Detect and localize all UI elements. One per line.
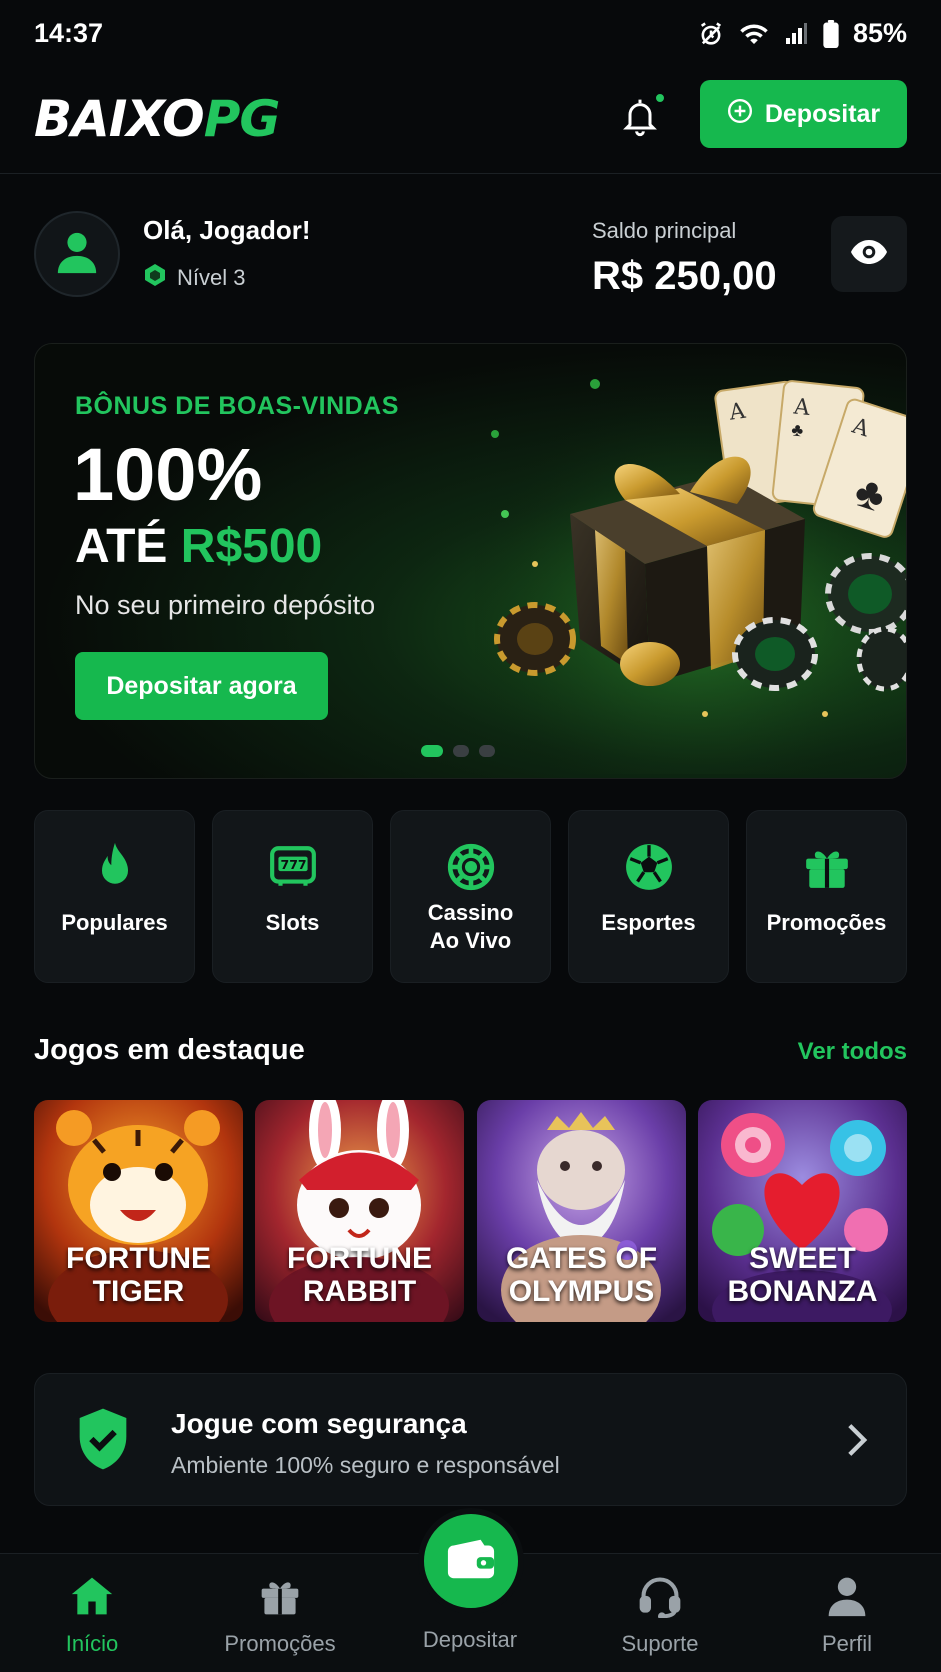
headset-icon — [638, 1574, 682, 1623]
level-badge: Nível 3 — [143, 263, 245, 293]
category-label: Populares — [61, 910, 168, 935]
bell-icon — [620, 99, 660, 144]
svg-text:777: 777 — [280, 857, 306, 872]
banner-deposit-now-button[interactable]: Depositar agora — [75, 652, 328, 720]
gift-icon — [802, 839, 852, 895]
promo-banner[interactable]: A A ♣ A ♣ BÔNUS DE BOAS-VINDAS 100% ATÉ R$… — [34, 343, 907, 779]
svg-text:♣: ♣ — [790, 419, 804, 440]
avatar[interactable] — [34, 211, 120, 297]
banner-upto-prefix: ATÉ — [75, 520, 168, 573]
nav-inicio[interactable]: Início — [12, 1574, 172, 1657]
nav-label: Início — [65, 1631, 119, 1656]
greeting: Olá, Jogador! — [143, 215, 311, 245]
nav-label-depositar[interactable]: Depositar — [390, 1627, 550, 1653]
nav-perfil[interactable]: Perfil — [767, 1574, 927, 1657]
category-label: Slots — [265, 910, 320, 935]
signal-icon — [783, 22, 809, 46]
wallet-icon — [446, 1537, 496, 1586]
category-slots[interactable]: 777 Slots — [212, 810, 373, 983]
category-label: Promoções — [766, 910, 887, 935]
see-all-link[interactable]: Ver todos — [798, 1038, 907, 1066]
game-card-fortune-rabbit[interactable]: FORTUNE RABBIT — [255, 1100, 464, 1322]
safety-subtitle: Ambiente 100% seguro e responsável — [171, 1452, 560, 1478]
logo-part1: BAIXO — [34, 90, 205, 148]
carousel-dot[interactable] — [421, 745, 443, 757]
status-bar: 14:37 85% — [0, 0, 941, 70]
category-esportes[interactable]: Esportes — [568, 810, 729, 983]
header-deposit-label: Depositar — [764, 99, 881, 128]
banner-subtitle: No seu primeiro depósito — [75, 590, 376, 620]
slot-machine-icon: 777 — [268, 839, 318, 895]
category-label: Esportes — [601, 910, 696, 935]
status-time: 14:37 — [34, 18, 104, 48]
carousel-dots — [421, 745, 495, 757]
game-title: GATES OF OLYMPUS — [505, 1242, 658, 1308]
nav-deposit-fab[interactable] — [418, 1508, 524, 1614]
chevron-right-icon — [846, 1422, 868, 1463]
wifi-icon — [739, 21, 769, 47]
game-title: FORTUNE RABBIT — [287, 1242, 432, 1308]
game-title: FORTUNE TIGER — [66, 1242, 211, 1308]
balance-label: Saldo principal — [592, 218, 737, 243]
eye-icon — [851, 239, 887, 270]
roulette-icon — [446, 839, 496, 895]
gift-icon — [258, 1574, 302, 1623]
nav-suporte[interactable]: Suporte — [580, 1574, 740, 1657]
app-header: BAIXOPG Depositar — [0, 70, 941, 174]
banner-upto: ATÉ R$500 — [75, 519, 322, 574]
game-title: SWEET BONANZA — [727, 1242, 878, 1308]
category-promocoes[interactable]: Promoções — [746, 810, 907, 983]
alarm-icon — [697, 20, 725, 48]
soccer-ball-icon — [624, 839, 674, 895]
logo[interactable]: BAIXOPG — [34, 90, 281, 148]
nav-label: Suporte — [621, 1631, 699, 1656]
banner-kicker: BÔNUS DE BOAS-VINDAS — [75, 392, 399, 420]
nav-label: Perfil — [821, 1631, 873, 1656]
balance-value: R$ 250,00 — [592, 254, 777, 298]
safety-title: Jogue com segurança — [171, 1408, 467, 1439]
logo-part2: PG — [203, 90, 281, 148]
category-label: Cassino Ao Vivo — [427, 900, 514, 953]
user-icon — [825, 1574, 869, 1623]
plus-circle-icon — [727, 98, 753, 131]
carousel-dot[interactable] — [453, 745, 469, 757]
flame-icon — [92, 839, 138, 895]
toggle-balance-button[interactable] — [831, 216, 907, 292]
user-icon — [54, 229, 100, 280]
category-cassino-ao-vivo[interactable]: Cassino Ao Vivo — [390, 810, 551, 983]
banner-headline: 100% — [73, 433, 263, 516]
safety-card[interactable]: Jogue com segurança Ambiente 100% seguro… — [34, 1373, 907, 1506]
game-card-gates-of-olympus[interactable]: GATES OF OLYMPUS — [477, 1100, 686, 1322]
nav-label: Promoções — [224, 1631, 336, 1656]
notifications-button[interactable] — [620, 92, 668, 142]
game-card-fortune-tiger[interactable]: FORTUNE TIGER — [34, 1100, 243, 1322]
battery-percent: 85% — [852, 18, 907, 48]
game-card-sweet-bonanza[interactable]: SWEET BONANZA — [698, 1100, 907, 1322]
battery-icon — [823, 19, 839, 48]
gift-cards-chips-illustration: A A♣ A♣ — [475, 354, 906, 774]
shield-check-icon — [75, 1406, 131, 1477]
category-populares[interactable]: Populares — [34, 810, 195, 983]
level-gem-icon — [143, 263, 167, 293]
carousel-dot[interactable] — [479, 745, 495, 757]
status-icons: 85% — [697, 18, 907, 49]
nav-promocoes[interactable]: Promoções — [200, 1574, 360, 1657]
level-text: Nível 3 — [177, 265, 246, 290]
notification-dot — [654, 92, 666, 104]
header-deposit-button[interactable]: Depositar — [700, 80, 907, 148]
home-icon — [70, 1574, 114, 1623]
featured-title: Jogos em destaque — [34, 1034, 305, 1066]
banner-upto-amount: R$500 — [180, 520, 323, 573]
